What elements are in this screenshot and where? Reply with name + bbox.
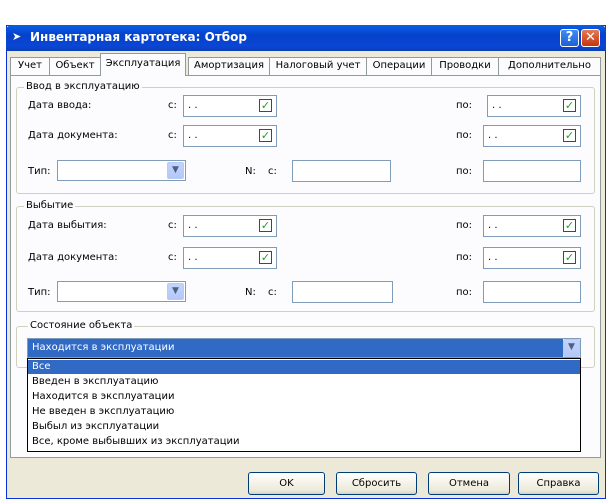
from-label: с:	[168, 100, 177, 111]
tab-postings[interactable]: Проводки	[431, 57, 499, 75]
date-text: . .	[488, 220, 498, 231]
disposal-group-title: Выбытие	[24, 200, 76, 211]
date-input-to-checkbox[interactable]: ✓	[563, 99, 576, 112]
state-option[interactable]: Введен в эксплуатацию	[28, 375, 580, 389]
number-from-input[interactable]	[292, 160, 391, 182]
state-option[interactable]: Все, кроме выбывших из эксплуатации	[28, 435, 580, 449]
tab-tax[interactable]: Налоговый учет	[269, 57, 367, 75]
app-icon: ➤	[12, 30, 22, 43]
tab-operations[interactable]: Операции	[366, 57, 432, 75]
from-label: с:	[268, 287, 277, 298]
intro-group-title: Ввод в эксплуатацию	[24, 81, 142, 92]
number-label: N:	[245, 166, 256, 177]
to-label: по:	[456, 287, 473, 298]
to-label: по:	[456, 130, 473, 141]
disposal-number-from-input[interactable]	[292, 281, 393, 303]
chevron-down-icon[interactable]: ▼	[563, 339, 580, 357]
number-label: N:	[245, 287, 256, 298]
help-icon[interactable]: ?	[560, 29, 579, 47]
from-label: с:	[268, 166, 277, 177]
disposal-date-from-checkbox[interactable]: ✓	[259, 219, 272, 232]
date-input-label: Дата ввода:	[28, 100, 92, 111]
tab-exploitation[interactable]: Эксплуатация	[100, 53, 186, 76]
reset-button[interactable]: Сбросить	[336, 472, 417, 495]
date-text: . .	[492, 100, 502, 111]
tab-object[interactable]: Объект	[49, 57, 101, 75]
chevron-down-icon[interactable]: ▼	[167, 283, 184, 300]
type-label: Тип:	[28, 166, 51, 177]
disposal-doc-date-label: Дата документа:	[28, 252, 118, 263]
date-text: . .	[188, 252, 198, 263]
date-text: . .	[488, 130, 498, 141]
from-label: с:	[168, 130, 177, 141]
chevron-down-icon[interactable]: ▼	[167, 162, 184, 179]
tab-additional[interactable]: Дополнительно	[498, 57, 601, 75]
state-option[interactable]: Выбыл из эксплуатации	[28, 420, 580, 434]
date-text: . .	[188, 220, 198, 231]
from-label: с:	[168, 220, 177, 231]
date-text: . .	[488, 252, 498, 263]
to-label: по:	[456, 252, 473, 263]
state-selected-value[interactable]: Находится в эксплуатации	[28, 339, 563, 357]
cancel-button[interactable]: Отмена	[428, 472, 510, 495]
doc-date-label: Дата документа:	[28, 130, 118, 141]
tab-uchet[interactable]: Учет	[10, 57, 50, 75]
to-label: по:	[456, 100, 473, 111]
date-text: . .	[188, 130, 198, 141]
date-input-from-checkbox[interactable]: ✓	[259, 99, 272, 112]
disposal-type-label: Тип:	[28, 287, 51, 298]
to-label: по:	[456, 220, 473, 231]
disposal-doc-date-from-checkbox[interactable]: ✓	[259, 251, 272, 264]
state-option[interactable]: Находится в эксплуатации	[28, 390, 580, 404]
close-icon[interactable]: ✕	[581, 29, 600, 47]
state-option[interactable]: Не введен в эксплуатацию	[28, 405, 580, 419]
from-label: с:	[168, 252, 177, 263]
disposal-date-label: Дата выбытия:	[28, 220, 107, 231]
window-title: Инвентарная картотека: Отбор	[30, 30, 247, 44]
state-option[interactable]: Все	[28, 360, 580, 374]
to-label: по:	[456, 166, 473, 177]
disposal-date-to-checkbox[interactable]: ✓	[563, 219, 576, 232]
date-text: . .	[188, 100, 198, 111]
number-to-input[interactable]	[483, 160, 581, 182]
help-button[interactable]: Справка	[518, 472, 599, 495]
ok-button[interactable]: OK	[248, 472, 325, 495]
doc-date-to-checkbox[interactable]: ✓	[563, 129, 576, 142]
tab-amortization[interactable]: Амортизация	[188, 57, 270, 75]
state-group-title: Состояние объекта	[28, 320, 135, 331]
disposal-number-to-input[interactable]	[483, 281, 581, 303]
disposal-doc-date-to-checkbox[interactable]: ✓	[563, 251, 576, 264]
doc-date-from-checkbox[interactable]: ✓	[259, 129, 272, 142]
